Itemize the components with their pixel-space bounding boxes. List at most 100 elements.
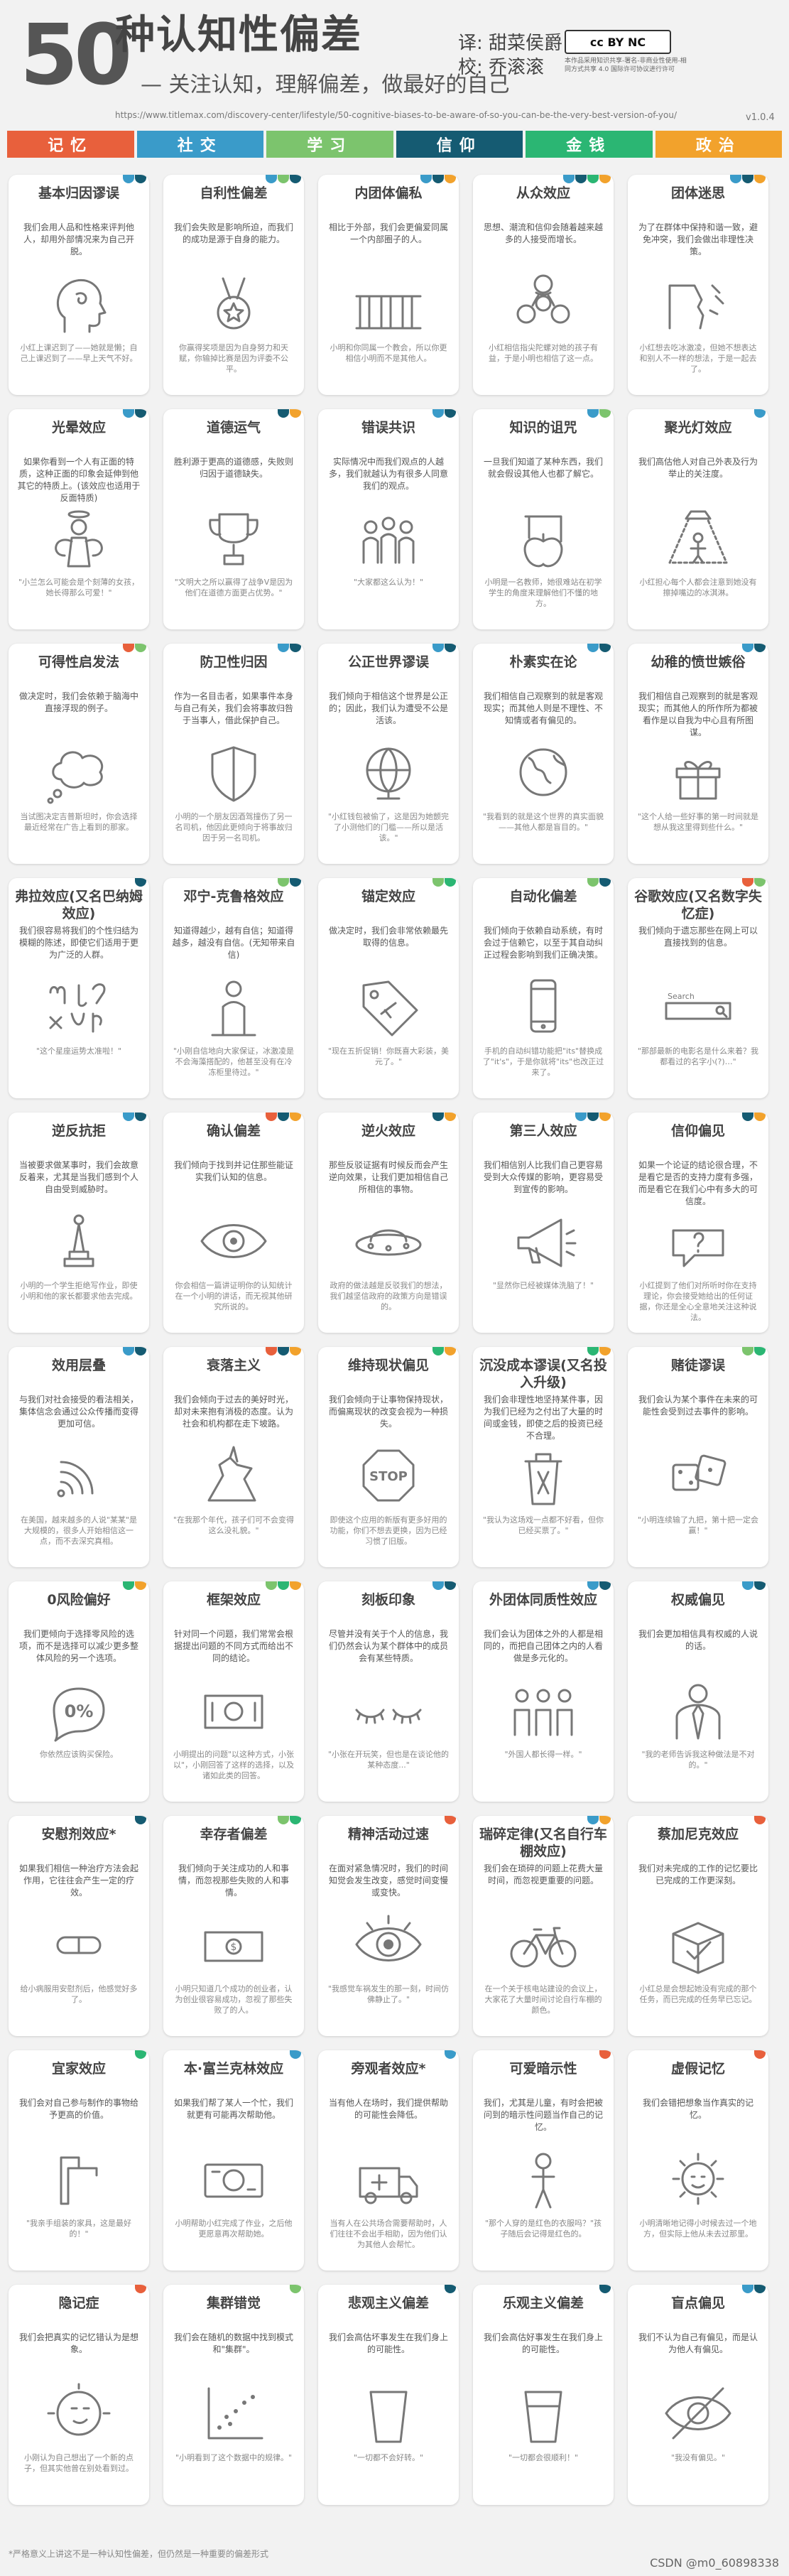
- bias-title: 维持现状偏见: [347, 1358, 429, 1373]
- category-dot-learning: [278, 1816, 289, 1824]
- category-dots: [123, 1581, 146, 1590]
- category-dot-social: [123, 175, 134, 183]
- bias-title: 第三人效应: [509, 1123, 577, 1139]
- gift-icon: [659, 740, 737, 804]
- credits: 译: 甜菜侯爵 校: 乔滚滚: [458, 31, 562, 80]
- spinner-icon: [504, 271, 582, 335]
- category-dots: [123, 1347, 146, 1355]
- category-dot-social: [445, 2050, 456, 2059]
- bias-title: 信仰偏见: [670, 1123, 725, 1139]
- bias-grid: 基本归因谬误 我们会用人品和性格来评判他人，却用外部情况来为自己开脱。 小红上课迟到…: [9, 175, 781, 2505]
- bias-card: 错误共识 实际情况中而我们观点的人越多，我们就越认为有很多人同意我们的观点。 "大家…: [318, 409, 459, 629]
- category-dot-politics: [599, 1347, 611, 1355]
- bias-card: 本·富兰克林效应 如果我们帮了某人一个忙，我们就更有可能再次帮助他。 小明帮助小红完…: [163, 2050, 304, 2271]
- category-dot-politics: [445, 1347, 456, 1355]
- category-dot-social: [587, 1816, 599, 1824]
- bias-description: 我们会失败是影响所迫，而我们的成功是源于自身的能力。: [173, 222, 293, 244]
- bias-example: "这个星座运势太准啦！": [36, 1046, 122, 1056]
- version-label: v1.0.4: [746, 112, 775, 123]
- bias-card: 朴素实在论 我们相信自己观察到的就是客观现实；而其他人则是不理性、不知情或者有偏见…: [473, 644, 614, 864]
- bias-card: 0风险偏好 我们更倾向于选择零风险的选项，而不是选择可以减少更多整体风险的另一个选…: [9, 1581, 149, 1802]
- page-subtitle: — 关注认知，理解偏差，做最好的自己: [141, 72, 510, 97]
- category-dot-belief: [278, 409, 289, 418]
- bias-card: 乐观主义偏差 我们会高估好事发生在我们身上的可能性。 "一切都会很顺利！": [473, 2285, 614, 2505]
- category-dot-money: [587, 1347, 599, 1355]
- bias-title: 外团体同质性效应: [489, 1592, 597, 1608]
- suit-icon: [659, 1678, 737, 1742]
- bias-title: 谷歌效应(又名数字失忆症): [634, 889, 762, 921]
- bias-card: 盲点偏见 我们不认为自己有偏见，而是认为他人有偏见。 "我没有偏见。": [628, 2285, 768, 2505]
- category-dot-memory: [599, 2050, 611, 2059]
- category-dot-social: [290, 2050, 301, 2059]
- bias-description: 思想、潮流和信仰会随着越来越多的人接受而增长。: [483, 222, 603, 244]
- category-dots: [742, 1581, 766, 1590]
- bias-card: 刻板印象 尽管并没有关于个人的信息，我们仍然会认为某个群体中的成员会有某些特质。 "…: [318, 1581, 459, 1802]
- category-dots: [587, 1816, 611, 1824]
- bias-description: 我们很容易将我们的个性归结为模糊的陈述，即使它们适用于更为广泛的人群。: [18, 926, 138, 960]
- source-url[interactable]: https://www.titlemax.com/discovery-cente…: [115, 110, 677, 120]
- category-dot-belief: [432, 175, 444, 183]
- category-dots: [278, 1816, 301, 1824]
- bias-card: 沉没成本谬误(又名投入升级) 我们会非理性地坚持某件事，因为我们已经为之付出了大量…: [473, 1347, 614, 1567]
- category-dot-learning: [587, 878, 599, 887]
- category-dot-politics: [445, 1113, 456, 1121]
- category-dots: [123, 644, 146, 652]
- category-dot-money: [754, 1347, 766, 1355]
- category-dots: [742, 644, 766, 652]
- bias-description: 那些反驳证据有时候反而会产生逆向效果，让我们更加相信自己所相信的事物。: [328, 1160, 448, 1194]
- bias-example: 小红上课迟到了——她就是懒；自己上课迟到了——早上天气不好。: [20, 343, 138, 363]
- bias-card: 幼稚的愤世嫉俗 我们相信自己观察到的就是客观现实；而其他人的所作所为都被看作是以自…: [628, 644, 768, 864]
- category-dots: [575, 1113, 611, 1121]
- category-dot-belief: [290, 878, 301, 887]
- signal-icon: [40, 1444, 118, 1508]
- trophy-icon: [195, 506, 273, 570]
- category-dots: [123, 175, 146, 183]
- bias-example: 政府的做法越是反驳我们的想法，我们越坚信政府的政策方向是错误的。: [330, 1281, 447, 1311]
- category-dot-memory: [742, 878, 753, 887]
- bias-card: 从众效应 思想、潮流和信仰会随着越来越多的人接受而增长。 小红相信指尖陀螺对她的孩子…: [473, 175, 614, 395]
- bias-example: 当有人在公共场合需要帮助时，人们往往不会出手相助，因为他们认为其他人会帮忙。: [330, 2219, 447, 2249]
- bias-example: "文明大之所以赢得了战争V是因为他们在道德方面更占优势。": [174, 578, 293, 597]
- bias-description: 相比于外部，我们会更偏爱同属一个内部圈子的人。: [328, 222, 448, 244]
- category-dot-memory: [266, 1347, 277, 1355]
- category-dot-belief: [278, 1347, 289, 1355]
- bias-example: 小红相信指尖陀螺对她的孩子有益，于是小明也相信了这一点。: [489, 343, 598, 363]
- bias-example: "大家都这么认为！": [353, 578, 424, 587]
- bias-example: "小红钱包被偷了，这是因为她颤完了小测他们的门槛——所以是活该。": [327, 812, 450, 843]
- bias-description: 作为一名目击者，如果事件本身与自己有关，我们会将事故归咎于当事人，借此保护自己。: [173, 691, 293, 725]
- bias-card: 瑞碎定律(又名自行车棚效应) 我们会在琐碎的问题上花费大量时间，而忽视更重要的问题…: [473, 1816, 614, 2036]
- category-dot-money: [587, 175, 599, 183]
- category-dot-money: [432, 1347, 444, 1355]
- category-dot-belief: [599, 644, 611, 652]
- category-dot-belief: [445, 1581, 456, 1590]
- bias-card: 集群错觉 我们会在随机的数据中找到模式和"集群"。 "小明看到了这个数据中的规律。": [163, 2285, 304, 2505]
- category-dot-belief: [278, 1113, 289, 1121]
- bias-card: 精神活动过速 在面对紧急情况时，我们的时间知觉会发生改变，感觉时间变慢或变快。 "我…: [318, 1816, 459, 2036]
- bias-description: 我们会在琐碎的问题上花费大量时间，而忽视更重要的问题。: [483, 1863, 603, 1885]
- bias-example: 你赢得奖项是因为自身努力和天赋，你输掉比赛是因为评委不公平。: [179, 343, 288, 374]
- proofreader: 校: 乔滚滚: [458, 57, 545, 78]
- bias-card: 知识的诅咒 一旦我们知道了某种东西，我们就会假设其他人也都了解它。 小明是一名教师，…: [473, 409, 614, 629]
- bias-card: 幸存者偏差 我们倾向于关注成功的人和事情，而忽视那些失败的人和事情。 $ 小明只知道几…: [163, 1816, 304, 2036]
- bias-title: 自动化偏差: [509, 889, 577, 904]
- bias-description: 做决定时，我们会依赖于脑海中直接浮现的例子。: [18, 691, 138, 713]
- bias-description: 如果我们相信一种治疗方法会起作用，它往往会产生一定的疗效。: [18, 1863, 138, 1898]
- crowd-icon: [349, 506, 428, 570]
- category-dot-memory: [754, 2050, 766, 2059]
- category-dot-social: [563, 175, 575, 183]
- bias-description: 我们更倾向于选择零风险的选项，而不是选择可以减少更多整体风险的另一个选项。: [18, 1629, 138, 1663]
- category-dot-money: [290, 1816, 301, 1824]
- bias-description: 如果一个论证的结论很合理，不是看它是否的支持力度有多强，而是看它在我们心中有多大…: [638, 1160, 758, 1206]
- category-dots: [563, 175, 611, 183]
- category-dots: [445, 2050, 456, 2059]
- glass-empty-icon: [349, 2381, 428, 2445]
- bias-description: 我们会错把想象当作真实的记忆。: [642, 2098, 753, 2120]
- bias-title: 瑞碎定律(又名自行车棚效应): [479, 1827, 607, 1859]
- bias-title: 沉没成本谬误(又名投入升级): [479, 1358, 607, 1390]
- category-dots: [587, 1347, 611, 1355]
- category-dot-belief: [742, 175, 753, 183]
- bias-example: 小红总是会想起她没有完成的那个任务，而已完成的任务早已忘记。: [639, 1984, 757, 2004]
- bias-example: 在一个关于核电站建设的会议上，大家花了大量时间讨论自行车棚的颜色。: [484, 1984, 602, 2015]
- category-dots: [278, 878, 301, 887]
- bias-description: 我们会认为某个事件在未来的可能性会受到过去事件的影响。: [638, 1395, 758, 1417]
